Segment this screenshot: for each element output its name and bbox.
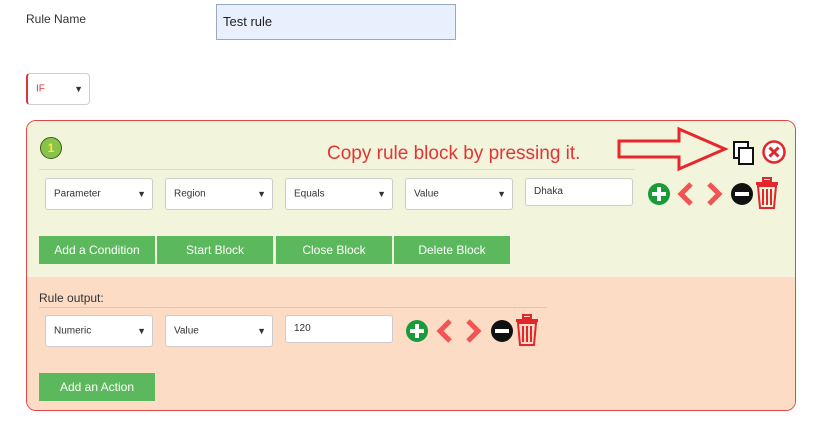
- output-type-select[interactable]: Numeric ▼: [45, 315, 153, 347]
- trash-icon[interactable]: [515, 314, 539, 346]
- add-condition-button[interactable]: Add a Condition: [39, 236, 155, 264]
- value-type-select-value: Value: [414, 188, 439, 200]
- operator-select[interactable]: Equals ▼: [285, 178, 393, 210]
- add-action-button[interactable]: Add an Action: [39, 373, 155, 401]
- chevron-down-icon: ▼: [257, 326, 266, 336]
- field-select[interactable]: Region ▼: [165, 178, 273, 210]
- output-value-type-select[interactable]: Value ▼: [165, 315, 273, 347]
- output-area: Rule output: Numeric ▼ Value ▼ 120 Add a…: [27, 277, 795, 410]
- condition-area: 1 Copy rule block by pressing it. Parame…: [27, 121, 795, 277]
- chevron-down-icon: ▼: [137, 326, 146, 336]
- condition-value-input[interactable]: Dhaka: [525, 178, 633, 206]
- block-number-badge: 1: [40, 137, 62, 159]
- delete-block-button[interactable]: Delete Block: [394, 236, 510, 264]
- rule-name-input[interactable]: Test rule: [216, 4, 456, 40]
- plus-circle-icon[interactable]: [405, 319, 429, 343]
- chevron-down-icon: ▼: [377, 189, 386, 199]
- plus-circle-icon[interactable]: [647, 182, 671, 206]
- value-type-select[interactable]: Value ▼: [405, 178, 513, 210]
- if-select-value: IF: [36, 83, 45, 95]
- minus-circle-icon[interactable]: [490, 319, 514, 343]
- chevron-down-icon: ▼: [497, 189, 506, 199]
- if-select[interactable]: IF ▼: [26, 73, 90, 105]
- output-type-select-value: Numeric: [54, 325, 92, 337]
- operator-select-value: Equals: [294, 188, 325, 200]
- chevron-right-icon[interactable]: [705, 182, 723, 206]
- close-block-button[interactable]: Close Block: [276, 236, 392, 264]
- trash-icon[interactable]: [755, 177, 779, 209]
- chevron-down-icon: ▼: [137, 189, 146, 199]
- start-block-button[interactable]: Start Block: [157, 236, 273, 264]
- parameter-select[interactable]: Parameter ▼: [45, 178, 153, 210]
- chevron-down-icon: ▼: [257, 189, 266, 199]
- chevron-right-icon[interactable]: [464, 319, 482, 343]
- rule-block: 1 Copy rule block by pressing it. Parame…: [26, 120, 796, 411]
- arrow-right-icon: [617, 126, 729, 172]
- output-value-input[interactable]: 120: [285, 315, 393, 343]
- minus-circle-icon[interactable]: [730, 182, 754, 206]
- divider: [39, 307, 547, 308]
- chevron-down-icon: ▼: [74, 84, 83, 94]
- copy-hint-text: Copy rule block by pressing it.: [327, 143, 581, 164]
- chevron-left-icon[interactable]: [677, 182, 695, 206]
- parameter-select-value: Parameter: [54, 188, 101, 200]
- rule-output-label: Rule output:: [39, 291, 104, 305]
- divider: [39, 169, 635, 170]
- chevron-left-icon[interactable]: [436, 319, 454, 343]
- output-value-type-select-value: Value: [174, 325, 199, 337]
- rule-name-label: Rule Name: [26, 12, 87, 26]
- close-circle-icon[interactable]: [761, 139, 787, 165]
- field-select-value: Region: [174, 188, 206, 200]
- copy-icon[interactable]: [731, 139, 757, 167]
